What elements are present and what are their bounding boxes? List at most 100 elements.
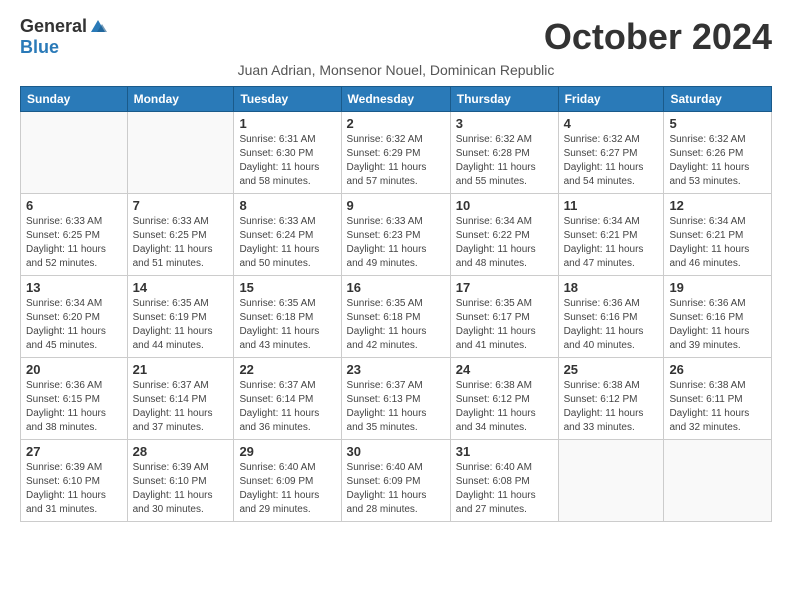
header-row: Sunday Monday Tuesday Wednesday Thursday… xyxy=(21,87,772,112)
calendar-cell: 6 Sunrise: 6:33 AM Sunset: 6:25 PM Daylig… xyxy=(21,194,128,276)
calendar-cell: 31Sunrise: 6:40 AM Sunset: 6:08 PM Dayli… xyxy=(450,440,558,522)
day-number: 3 xyxy=(456,116,553,131)
day-number: 23 xyxy=(347,362,445,377)
day-info: Sunrise: 6:39 AM Sunset: 6:10 PM Dayligh… xyxy=(26,461,122,517)
week-row-3: 13Sunrise: 6:34 AM Sunset: 6:20 PM Dayli… xyxy=(21,276,772,358)
calendar-cell xyxy=(664,440,772,522)
calendar-cell: 23 Sunrise: 6:37 AM Sunset: 6:13 PM Dayli… xyxy=(341,358,450,440)
calendar-cell: 11 Sunrise: 6:34 AM Sunset: 6:21 PM Dayli… xyxy=(558,194,664,276)
header-sunday: Sunday xyxy=(21,87,128,112)
calendar-table: Sunday Monday Tuesday Wednesday Thursday… xyxy=(20,86,772,522)
day-number: 10 xyxy=(456,198,553,213)
day-info: Sunrise: 6:37 AM Sunset: 6:13 PM Dayligh… xyxy=(347,379,445,435)
calendar-cell: 19Sunrise: 6:36 AM Sunset: 6:16 PM Dayli… xyxy=(664,276,772,358)
day-info: Sunrise: 6:39 AM Sunset: 6:10 PM Dayligh… xyxy=(133,461,229,517)
day-number: 11 xyxy=(564,198,659,213)
calendar-cell: 9 Sunrise: 6:33 AM Sunset: 6:23 PM Daylig… xyxy=(341,194,450,276)
calendar-cell: 24 Sunrise: 6:38 AM Sunset: 6:12 PM Dayli… xyxy=(450,358,558,440)
calendar-cell: 28Sunrise: 6:39 AM Sunset: 6:10 PM Dayli… xyxy=(127,440,234,522)
day-number: 29 xyxy=(239,444,335,459)
calendar-cell: 8Sunrise: 6:33 AM Sunset: 6:24 PM Daylig… xyxy=(234,194,341,276)
calendar-cell: 13Sunrise: 6:34 AM Sunset: 6:20 PM Dayli… xyxy=(21,276,128,358)
day-number: 30 xyxy=(347,444,445,459)
day-number: 31 xyxy=(456,444,553,459)
day-number: 24 xyxy=(456,362,553,377)
day-number: 5 xyxy=(669,116,766,131)
day-number: 14 xyxy=(133,280,229,295)
day-info: Sunrise: 6:35 AM Sunset: 6:19 PM Dayligh… xyxy=(133,297,229,353)
header-saturday: Saturday xyxy=(664,87,772,112)
calendar-cell xyxy=(558,440,664,522)
week-row-5: 27 Sunrise: 6:39 AM Sunset: 6:10 PM Dayli… xyxy=(21,440,772,522)
week-row-4: 20 Sunrise: 6:36 AM Sunset: 6:15 PM Dayli… xyxy=(21,358,772,440)
day-number: 22 xyxy=(239,362,335,377)
header-monday: Monday xyxy=(127,87,234,112)
calendar-cell: 30Sunrise: 6:40 AM Sunset: 6:09 PM Dayli… xyxy=(341,440,450,522)
day-number: 20 xyxy=(26,362,122,377)
day-info: Sunrise: 6:35 AM Sunset: 6:17 PM Dayligh… xyxy=(456,297,553,353)
calendar-cell: 7Sunrise: 6:33 AM Sunset: 6:25 PM Daylig… xyxy=(127,194,234,276)
calendar-cell: 4Sunrise: 6:32 AM Sunset: 6:27 PM Daylig… xyxy=(558,112,664,194)
calendar-cell: 16Sunrise: 6:35 AM Sunset: 6:18 PM Dayli… xyxy=(341,276,450,358)
day-info: Sunrise: 6:38 AM Sunset: 6:12 PM Dayligh… xyxy=(564,379,659,435)
day-number: 1 xyxy=(239,116,335,131)
calendar-cell: 5Sunrise: 6:32 AM Sunset: 6:26 PM Daylig… xyxy=(664,112,772,194)
day-number: 4 xyxy=(564,116,659,131)
day-info: Sunrise: 6:33 AM Sunset: 6:25 PM Dayligh… xyxy=(26,215,122,271)
day-number: 27 xyxy=(26,444,122,459)
calendar-cell: 1 Sunrise: 6:31 AM Sunset: 6:30 PM Daylig… xyxy=(234,112,341,194)
subtitle: Juan Adrian, Monsenor Nouel, Dominican R… xyxy=(20,62,772,78)
day-number: 2 xyxy=(347,116,445,131)
day-number: 9 xyxy=(347,198,445,213)
day-number: 15 xyxy=(239,280,335,295)
calendar-cell xyxy=(21,112,128,194)
logo: General Blue xyxy=(20,16,107,58)
calendar-cell: 14 Sunrise: 6:35 AM Sunset: 6:19 PM Dayli… xyxy=(127,276,234,358)
day-info: Sunrise: 6:36 AM Sunset: 6:15 PM Dayligh… xyxy=(26,379,122,435)
day-info: Sunrise: 6:38 AM Sunset: 6:12 PM Dayligh… xyxy=(456,379,553,435)
day-number: 25 xyxy=(564,362,659,377)
day-number: 13 xyxy=(26,280,122,295)
day-info: Sunrise: 6:36 AM Sunset: 6:16 PM Dayligh… xyxy=(669,297,766,353)
day-info: Sunrise: 6:37 AM Sunset: 6:14 PM Dayligh… xyxy=(133,379,229,435)
day-number: 8 xyxy=(239,198,335,213)
header: General Blue October 2024 xyxy=(20,16,772,58)
calendar-cell: 25 Sunrise: 6:38 AM Sunset: 6:12 PM Dayli… xyxy=(558,358,664,440)
day-number: 21 xyxy=(133,362,229,377)
calendar-cell: 20 Sunrise: 6:36 AM Sunset: 6:15 PM Dayli… xyxy=(21,358,128,440)
calendar-cell: 18Sunrise: 6:36 AM Sunset: 6:16 PM Dayli… xyxy=(558,276,664,358)
day-info: Sunrise: 6:33 AM Sunset: 6:23 PM Dayligh… xyxy=(347,215,445,271)
logo-general: General xyxy=(20,16,87,37)
day-info: Sunrise: 6:38 AM Sunset: 6:11 PM Dayligh… xyxy=(669,379,766,435)
day-info: Sunrise: 6:35 AM Sunset: 6:18 PM Dayligh… xyxy=(239,297,335,353)
calendar-cell: 12Sunrise: 6:34 AM Sunset: 6:21 PM Dayli… xyxy=(664,194,772,276)
day-info: Sunrise: 6:32 AM Sunset: 6:29 PM Dayligh… xyxy=(347,133,445,189)
day-info: Sunrise: 6:37 AM Sunset: 6:14 PM Dayligh… xyxy=(239,379,335,435)
day-info: Sunrise: 6:40 AM Sunset: 6:09 PM Dayligh… xyxy=(239,461,335,517)
header-friday: Friday xyxy=(558,87,664,112)
page: General Blue October 2024 Juan Adrian, M… xyxy=(0,0,792,612)
day-number: 17 xyxy=(456,280,553,295)
calendar-cell xyxy=(127,112,234,194)
month-title: October 2024 xyxy=(544,16,772,58)
day-info: Sunrise: 6:32 AM Sunset: 6:28 PM Dayligh… xyxy=(456,133,553,189)
day-info: Sunrise: 6:34 AM Sunset: 6:21 PM Dayligh… xyxy=(564,215,659,271)
day-info: Sunrise: 6:33 AM Sunset: 6:25 PM Dayligh… xyxy=(133,215,229,271)
calendar-cell: 27 Sunrise: 6:39 AM Sunset: 6:10 PM Dayli… xyxy=(21,440,128,522)
week-row-2: 6 Sunrise: 6:33 AM Sunset: 6:25 PM Daylig… xyxy=(21,194,772,276)
title-section: October 2024 xyxy=(544,16,772,58)
calendar-cell: 15 Sunrise: 6:35 AM Sunset: 6:18 PM Dayli… xyxy=(234,276,341,358)
day-number: 6 xyxy=(26,198,122,213)
week-row-1: 1 Sunrise: 6:31 AM Sunset: 6:30 PM Daylig… xyxy=(21,112,772,194)
calendar-cell: 17 Sunrise: 6:35 AM Sunset: 6:17 PM Dayli… xyxy=(450,276,558,358)
calendar-cell: 2 Sunrise: 6:32 AM Sunset: 6:29 PM Daylig… xyxy=(341,112,450,194)
calendar-cell: 22 Sunrise: 6:37 AM Sunset: 6:14 PM Dayli… xyxy=(234,358,341,440)
calendar-cell: 3 Sunrise: 6:32 AM Sunset: 6:28 PM Daylig… xyxy=(450,112,558,194)
day-info: Sunrise: 6:31 AM Sunset: 6:30 PM Dayligh… xyxy=(239,133,335,189)
day-info: Sunrise: 6:34 AM Sunset: 6:22 PM Dayligh… xyxy=(456,215,553,271)
day-info: Sunrise: 6:34 AM Sunset: 6:21 PM Dayligh… xyxy=(669,215,766,271)
header-wednesday: Wednesday xyxy=(341,87,450,112)
day-info: Sunrise: 6:35 AM Sunset: 6:18 PM Dayligh… xyxy=(347,297,445,353)
calendar-cell: 26Sunrise: 6:38 AM Sunset: 6:11 PM Dayli… xyxy=(664,358,772,440)
calendar-cell: 10 Sunrise: 6:34 AM Sunset: 6:22 PM Dayli… xyxy=(450,194,558,276)
